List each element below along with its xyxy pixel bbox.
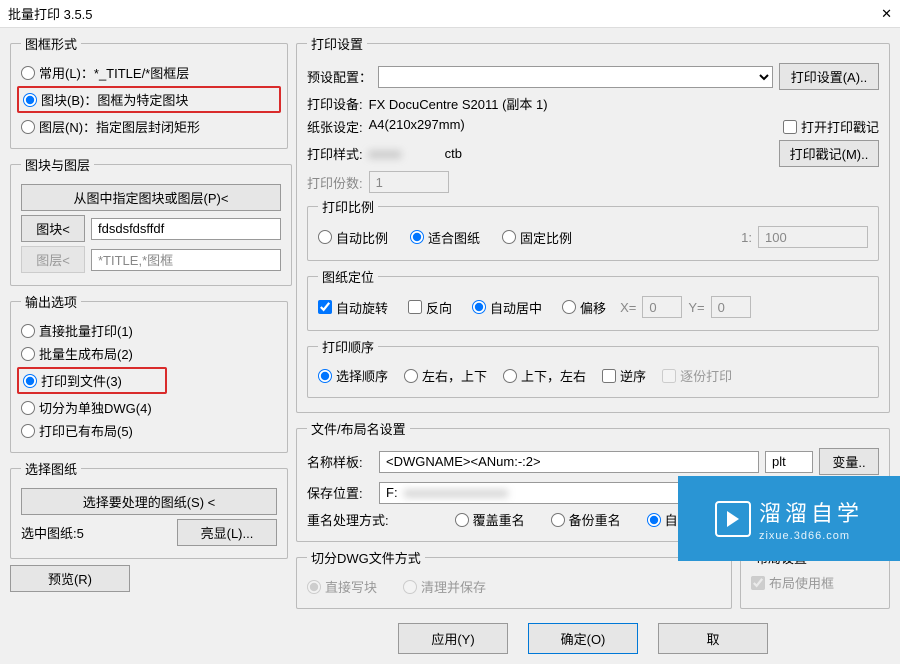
preset-combo[interactable] <box>378 66 773 88</box>
order-lr[interactable]: 左右，上下 <box>404 366 487 385</box>
frame-shape-group: 图框形式 常用(L)：*_TITLE/*图框层 图块(B)：图框为特定图块 图层… <box>10 34 288 149</box>
style-value: ctb <box>445 146 462 161</box>
copies-input <box>369 171 449 193</box>
ok-button[interactable]: 确定(O) <box>528 623 638 654</box>
tpl-label: 名称样板: <box>307 452 373 471</box>
variable-button[interactable]: 变量.. <box>819 448 879 475</box>
close-icon[interactable]: ✕ <box>881 6 892 22</box>
rename-overwrite[interactable]: 覆盖重名 <box>455 510 525 529</box>
window-title: 批量打印 3.5.5 <box>8 4 93 23</box>
orient-auto-rotate[interactable]: 自动旋转 <box>318 298 388 317</box>
orient-offset[interactable]: 偏移 <box>562 298 606 317</box>
paper-label: 纸张设定: <box>307 117 363 136</box>
layout-use-frame: 布局使用框 <box>751 573 879 592</box>
orient-reverse[interactable]: 反向 <box>408 298 452 317</box>
order-reverse[interactable]: 逆序 <box>602 366 646 385</box>
orient-center[interactable]: 自动居中 <box>472 298 542 317</box>
layer-button: 图层< <box>21 246 85 273</box>
split-clean: 清理并保存 <box>403 577 486 596</box>
split-dwg-group: 切分DWG文件方式 直接写块 清理并保存 <box>296 548 732 609</box>
opt-print-to-file[interactable]: 打印到文件(3) <box>23 371 161 390</box>
play-icon <box>715 501 751 537</box>
highlight-button[interactable]: 亮显(L)... <box>177 519 277 546</box>
ratio-fit[interactable]: 适合图纸 <box>410 228 480 247</box>
select-sheet-group: 选择图纸 选择要处理的图纸(S) < 选中图纸:5 亮显(L)... <box>10 459 288 559</box>
output-legend: 输出选项 <box>21 292 81 311</box>
order-percopy: 逐份打印 <box>662 366 732 385</box>
print-ratio-group: 打印比例 自动比例 适合图纸 固定比例 1: <box>307 197 879 261</box>
device-value: FX DocuCentre S2011 (副本 1) <box>369 94 548 113</box>
paper-value: A4(210x297mm) <box>369 117 465 136</box>
print-order-group: 打印顺序 选择顺序 左右，上下 上下，左右 逆序 逐份打印 <box>307 337 879 398</box>
split-direct: 直接写块 <box>307 577 377 596</box>
rename-backup[interactable]: 备份重名 <box>551 510 621 529</box>
watermark-overlay: 溜溜自学 zixue.3d66.com <box>678 476 900 561</box>
device-label: 打印设备: <box>307 94 363 113</box>
copies-label: 打印份数: <box>307 173 363 192</box>
opt-gen-layout[interactable]: 批量生成布局(2) <box>21 344 133 363</box>
print-settings-button[interactable]: 打印设置(A).. <box>779 63 879 90</box>
apply-button[interactable]: 应用(Y) <box>398 623 508 654</box>
selected-count: 选中图纸:5 <box>21 523 84 542</box>
select-sheet-legend: 选择图纸 <box>21 459 81 478</box>
save-label: 保存位置: <box>307 483 373 502</box>
rename-label: 重名处理方式: <box>307 510 389 529</box>
cancel-button[interactable]: 取 <box>658 623 768 654</box>
block-layer-legend: 图块与图层 <box>21 155 94 174</box>
layer-value-input <box>91 249 281 271</box>
pick-from-drawing-button[interactable]: 从图中指定图块或图层(P)< <box>21 184 281 211</box>
ext-input[interactable] <box>765 451 813 473</box>
opt-layer[interactable]: 图层(N)：指定图层封闭矩形 <box>21 117 200 136</box>
order-tb[interactable]: 上下，左右 <box>503 366 586 385</box>
print-settings-legend: 打印设置 <box>307 34 367 53</box>
opt-common[interactable]: 常用(L)：*_TITLE/*图框层 <box>21 63 189 82</box>
watermark-text: 溜溜自学 <box>759 496 863 528</box>
tpl-input[interactable] <box>379 451 759 473</box>
ratio-value-input <box>758 226 868 248</box>
ratio-fixed[interactable]: 固定比例 <box>502 228 572 247</box>
opt-block[interactable]: 图块(B)：图框为特定图块 <box>23 90 275 109</box>
output-group: 输出选项 直接批量打印(1) 批量生成布局(2) 打印到文件(3) 切分为单独D… <box>10 292 288 453</box>
opt-direct-print[interactable]: 直接批量打印(1) <box>21 321 133 340</box>
order-select[interactable]: 选择顺序 <box>318 366 388 385</box>
preview-button[interactable]: 预览(R) <box>10 565 130 592</box>
opt-split-dwg[interactable]: 切分为单独DWG(4) <box>21 398 152 417</box>
print-stamp-button[interactable]: 打印戳记(M).. <box>779 140 879 167</box>
block-value-input[interactable] <box>91 218 281 240</box>
block-layer-group: 图块与图层 从图中指定图块或图层(P)< 图块< 图层< <box>10 155 292 286</box>
opt-has-layout[interactable]: 打印已有布局(5) <box>21 421 133 440</box>
ratio-auto[interactable]: 自动比例 <box>318 228 388 247</box>
frame-shape-legend: 图框形式 <box>21 34 81 53</box>
print-settings-group: 打印设置 预设配置： 打印设置(A).. 打印设备: FX DocuCentre… <box>296 34 890 413</box>
offset-x-input <box>642 296 682 318</box>
block-button[interactable]: 图块< <box>21 215 85 242</box>
offset-y-input <box>711 296 751 318</box>
preset-label: 预设配置： <box>307 67 372 86</box>
stamp-open-checkbox[interactable]: 打开打印戳记 <box>783 117 879 136</box>
orientation-group: 图纸定位 自动旋转 反向 自动居中 偏移 X= Y= <box>307 267 879 331</box>
style-label: 打印样式: <box>307 144 363 163</box>
select-sheets-button[interactable]: 选择要处理的图纸(S) < <box>21 488 277 515</box>
watermark-url: zixue.3d66.com <box>759 530 863 542</box>
